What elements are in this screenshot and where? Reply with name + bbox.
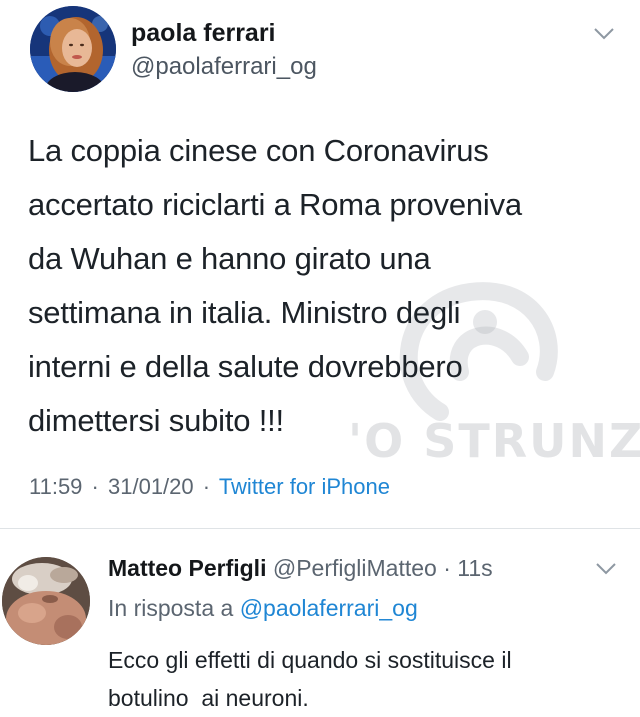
- tweet-text-line: La coppia cinese con Coronavirus: [28, 133, 489, 168]
- author-avatar-image: [30, 6, 116, 92]
- meta-separator: ·: [202, 474, 211, 499]
- tweet-text-line: da Wuhan e hanno girato una: [28, 241, 431, 276]
- tweet-metadata: 11:59 · 31/01/20 · Twitter for iPhone: [29, 472, 390, 502]
- meta-separator: ·: [91, 474, 99, 499]
- reply-text-line: Ecco gli effetti di quando si sostituisc…: [108, 647, 512, 673]
- tweet-date[interactable]: 31/01/20: [108, 474, 194, 499]
- chevron-down-icon[interactable]: [596, 563, 616, 575]
- tweet-text: La coppia cinese con Coronavirus accerta…: [28, 124, 628, 448]
- reply-context: In risposta a @paolaferrari_og: [108, 593, 418, 623]
- tweet-text-line: settimana in italia. Ministro degli: [28, 295, 461, 330]
- reply-text-line: botulino ai neuroni.: [108, 685, 309, 711]
- reply-author-name[interactable]: Matteo Perfigli: [108, 555, 266, 581]
- reply-header: Matteo Perfigli @PerfigliMatteo · 11s: [108, 553, 493, 583]
- tweet-time[interactable]: 11:59: [29, 474, 82, 499]
- tweet-text-line: interni e della salute dovrebbero: [28, 349, 463, 384]
- reply-text: Ecco gli effetti di quando si sostituisc…: [108, 641, 628, 717]
- tweet-text-line: dimettersi subito !!!: [28, 403, 284, 438]
- reply-avatar[interactable]: [2, 557, 90, 645]
- chevron-down-icon[interactable]: [594, 28, 614, 40]
- reply-prefix: In risposta a: [108, 595, 234, 621]
- reply-tweet: Matteo Perfigli @PerfigliMatteo · 11s In…: [0, 529, 640, 717]
- reply-age[interactable]: 11s: [457, 555, 492, 581]
- tweet-source-link[interactable]: Twitter for iPhone: [219, 474, 390, 499]
- tweet-text-line: accertato riciclarti a Roma proveniva: [28, 187, 522, 222]
- reply-mention-link[interactable]: @paolaferrari_og: [240, 595, 418, 621]
- author-handle[interactable]: @paolaferrari_og: [131, 52, 317, 82]
- author-name[interactable]: paola ferrari: [131, 18, 276, 48]
- twitter-screenshot: paola ferrari @paolaferrari_og 'O STRUNZ…: [0, 0, 640, 717]
- reply-avatar-image: [2, 557, 90, 645]
- reply-separator: ·: [443, 555, 451, 581]
- author-avatar[interactable]: [30, 6, 116, 92]
- reply-author-handle[interactable]: @PerfigliMatteo: [273, 555, 437, 581]
- main-tweet: paola ferrari @paolaferrari_og 'O STRUNZ…: [0, 0, 640, 528]
